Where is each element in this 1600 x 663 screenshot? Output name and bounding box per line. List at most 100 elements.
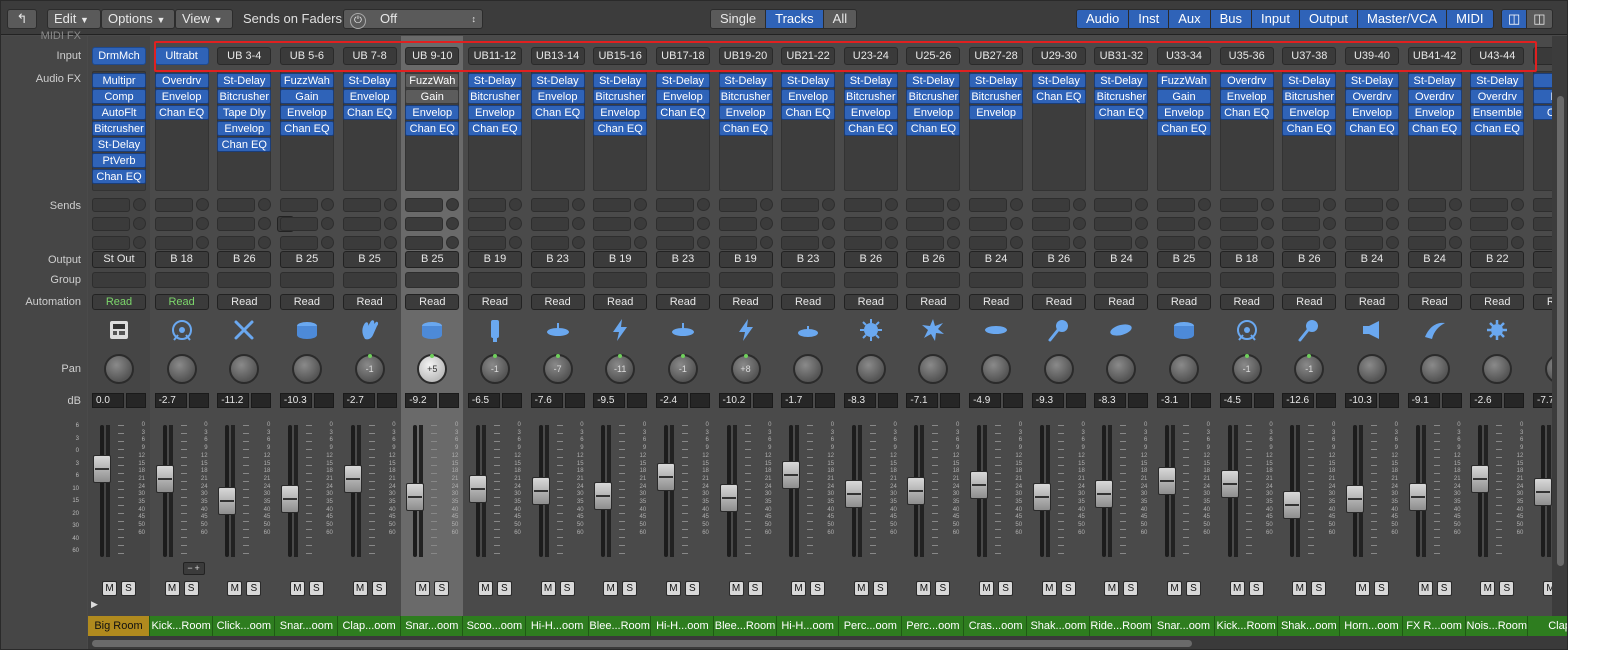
output-slot[interactable]: B 23 <box>781 251 836 268</box>
automation-mode[interactable]: Read <box>342 294 397 310</box>
input-slot[interactable]: Ultrabt <box>154 47 209 65</box>
pan-knob[interactable] <box>1357 354 1387 384</box>
audio-fx-slot[interactable]: Chan EQ <box>530 105 585 120</box>
view-menu[interactable]: View ▼ <box>175 9 233 29</box>
automation-mode[interactable]: Read <box>718 294 773 310</box>
automation-mode[interactable]: Read <box>467 294 522 310</box>
automation-mode[interactable]: Read <box>1094 294 1149 310</box>
automation-mode[interactable]: Read <box>279 294 334 310</box>
send-slot[interactable] <box>593 217 632 231</box>
snare-icon[interactable] <box>419 317 445 343</box>
pan-knob[interactable]: -1 <box>479 354 510 384</box>
group-slot[interactable] <box>1345 272 1399 288</box>
solo-button[interactable]: S <box>121 581 136 596</box>
send-slot[interactable] <box>279 198 318 212</box>
volume-fader[interactable] <box>531 477 550 505</box>
track-name[interactable]: Horn...oom <box>1341 616 1403 636</box>
volume-fader[interactable] <box>406 483 425 511</box>
output-slot[interactable]: B 26 <box>906 251 961 268</box>
audio-fx-slot[interactable]: Bitcrusher <box>969 89 1024 104</box>
input-slot[interactable]: UB27-28 <box>969 47 1024 65</box>
automation-mode[interactable]: Read <box>969 294 1024 310</box>
sends-on-faders-select[interactable]: ⏻ Off ↕ <box>343 9 483 29</box>
send-slot[interactable] <box>969 236 1008 250</box>
audio-fx-slot[interactable]: Overdrv <box>1407 89 1462 104</box>
send-level-knob[interactable] <box>884 217 898 230</box>
send-level-knob[interactable] <box>1072 236 1086 249</box>
clap-hand-icon[interactable] <box>357 317 383 343</box>
audio-fx-slot[interactable]: St-Delay <box>969 73 1024 88</box>
send-level-knob[interactable] <box>195 217 209 230</box>
audio-fx-slot[interactable]: Overdrv <box>1219 73 1274 88</box>
audio-fx-slot[interactable]: Envelop <box>718 105 773 120</box>
solo-button[interactable]: S <box>872 581 888 596</box>
send-level-knob[interactable] <box>1511 217 1525 230</box>
send-slot[interactable] <box>1407 236 1446 250</box>
solo-button[interactable]: S <box>1123 581 1139 596</box>
track-name[interactable]: Big Room <box>88 616 150 636</box>
output-slot[interactable]: B 23 <box>530 251 585 268</box>
track-name[interactable]: Clap <box>1529 616 1567 636</box>
audio-fx-slot[interactable]: St-Delay <box>843 73 898 88</box>
send-level-knob[interactable] <box>258 236 272 249</box>
send-slot[interactable] <box>718 217 757 231</box>
send-level-knob[interactable] <box>1135 198 1149 211</box>
pan-knob[interactable]: -1 <box>667 354 698 384</box>
input-slot[interactable]: U25-26 <box>906 47 961 65</box>
audio-fx-slot[interactable]: Bitcrusher <box>906 89 961 104</box>
volume-db-value[interactable]: -9.3 <box>1031 393 1064 408</box>
automation-mode[interactable]: Read <box>1345 294 1399 310</box>
send-level-knob[interactable] <box>383 236 397 249</box>
audio-fx-slot[interactable]: St-Delay <box>906 73 961 88</box>
audio-fx-slot[interactable]: St-Delay <box>530 73 585 88</box>
send-slot[interactable] <box>1031 236 1070 250</box>
pan-knob[interactable] <box>855 354 886 384</box>
volume-db-value[interactable]: -7.1 <box>906 393 939 408</box>
shaker-icon[interactable] <box>1046 317 1072 343</box>
audio-fx-slot[interactable]: Chan EQ <box>467 121 522 136</box>
group-slot[interactable] <box>655 272 710 288</box>
audio-fx-slot[interactable]: Envelop <box>1345 105 1399 120</box>
output-slot[interactable]: B 26 <box>217 251 272 268</box>
pan-knob[interactable] <box>793 354 824 384</box>
input-slot[interactable]: DrmMch <box>92 47 146 65</box>
track-name[interactable]: Nois...Room <box>1466 616 1529 636</box>
volume-db-value[interactable]: -10.2 <box>718 393 751 408</box>
audio-fx-slot[interactable]: St-Delay <box>467 73 522 88</box>
audio-fx-slot[interactable]: Overdrv <box>1470 89 1525 104</box>
send-slot[interactable] <box>718 198 757 212</box>
group-slot[interactable] <box>154 272 209 288</box>
pan-knob[interactable]: -1 <box>1294 354 1325 384</box>
send-slot[interactable] <box>1219 198 1258 212</box>
send-slot[interactable] <box>1470 198 1509 212</box>
filter-master-vca[interactable]: Master/VCA <box>1357 10 1448 28</box>
volume-fader[interactable] <box>1095 480 1114 508</box>
audio-fx-slot[interactable]: St-Delay <box>718 73 773 88</box>
tambourine-icon[interactable] <box>482 317 508 343</box>
solo-button[interactable]: S <box>246 581 262 596</box>
pan-knob[interactable]: -1 <box>354 354 385 384</box>
group-slot[interactable] <box>718 272 773 288</box>
pan-knob[interactable]: -11 <box>605 354 636 384</box>
send-slot[interactable] <box>1157 217 1195 231</box>
send-level-knob[interactable] <box>1323 198 1337 211</box>
volume-db-value[interactable]: -3.1 <box>1157 393 1189 408</box>
mute-button[interactable]: M <box>415 581 431 596</box>
volume-fader[interactable] <box>844 480 863 508</box>
mute-button[interactable]: M <box>728 581 744 596</box>
solo-button[interactable]: S <box>1436 581 1452 596</box>
kick-drum-icon[interactable] <box>1234 317 1260 343</box>
mute-button[interactable]: M <box>1167 581 1182 596</box>
track-name[interactable]: Scoo...oom <box>464 616 526 636</box>
solo-button[interactable]: S <box>1499 581 1515 596</box>
automation-mode[interactable]: Read <box>655 294 710 310</box>
audio-fx-slot[interactable]: Bitcrusher <box>217 89 272 104</box>
send-slot[interactable] <box>593 198 632 212</box>
options-menu[interactable]: Options ▼ <box>101 9 175 29</box>
audio-fx-slot[interactable]: Chan EQ <box>279 121 334 136</box>
audio-fx-slot[interactable]: Chan EQ <box>405 121 460 136</box>
send-level-knob[interactable] <box>1260 217 1274 230</box>
automation-mode[interactable]: Read <box>1282 294 1337 310</box>
solo-button[interactable]: S <box>810 581 826 596</box>
send-level-knob[interactable] <box>634 198 648 211</box>
